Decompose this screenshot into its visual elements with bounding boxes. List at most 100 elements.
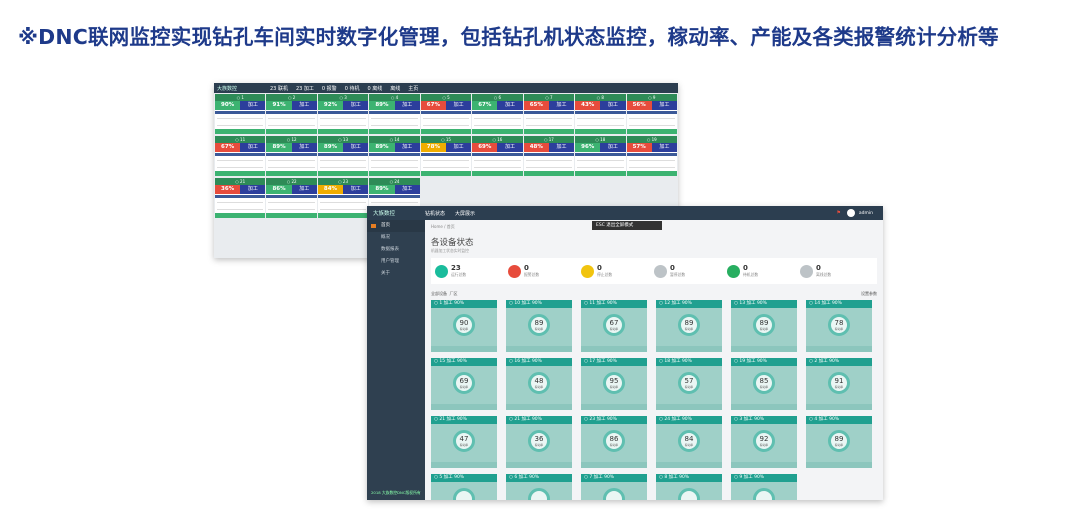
machine-tile[interactable]: ○ 13 89% 加工: [317, 136, 369, 176]
machine-state: 加工: [291, 185, 317, 194]
sidebar-item-about[interactable]: 关于: [367, 268, 425, 280]
utilization-ring: [678, 488, 700, 500]
nav-processing[interactable]: 23 加工: [296, 85, 314, 92]
status-strip: [626, 129, 677, 134]
machine-id: ○ 14: [369, 136, 420, 143]
machine-card[interactable]: ○ 13 加工 90% 89 稼动率: [731, 300, 797, 352]
machine-card[interactable]: ○ 6 加工 90%: [506, 474, 572, 500]
machine-tile[interactable]: ○ 2 91% 加工: [266, 94, 317, 134]
machine-card[interactable]: ○ 19 加工 90% 85 稼动率: [731, 358, 797, 410]
divider: [472, 111, 523, 114]
machine-id: ○ 15: [420, 136, 472, 143]
stat-label: 暂停总数: [670, 271, 686, 277]
machine-tile[interactable]: ○ 1 90% 加工: [215, 94, 266, 134]
machine-card[interactable]: ○ 1 加工 90% 90 稼动率: [431, 300, 497, 352]
machine-card[interactable]: ○ 21 加工 90% 36 稼动率: [506, 416, 572, 468]
machine-tile[interactable]: ○ 23 84% 加工: [317, 178, 369, 218]
machine-card[interactable]: ○ 14 加工 90% 78 稼动率: [806, 300, 872, 352]
divider: [420, 111, 472, 114]
divider: [525, 167, 573, 168]
machine-card[interactable]: ○ 8 加工 90%: [656, 474, 722, 500]
machine-tile[interactable]: ○ 4 89% 加工: [369, 94, 420, 134]
status-strip: [266, 129, 317, 134]
machine-card[interactable]: ○ 10 加工 90% 89 稼动率: [506, 300, 572, 352]
machine-card[interactable]: ○ 15 加工 90% 69 稼动率: [431, 358, 497, 410]
divider: [422, 118, 470, 119]
nav-offline[interactable]: 0 离线: [367, 85, 382, 92]
status-strip: [575, 129, 626, 134]
card-header: ○ 8 加工 90%: [656, 474, 722, 482]
utilization-value: 56%: [626, 101, 652, 110]
status-strip: [317, 129, 369, 134]
machine-card[interactable]: ○ 18 加工 90% 57 稼动率: [656, 358, 722, 410]
machine-tile[interactable]: ○ 11 67% 加工: [215, 136, 266, 176]
machine-card[interactable]: ○ 21 加工 90% 47 稼动率: [431, 416, 497, 468]
top-nav-bar: 大族数控 23 联机 23 加工 0 报警 0 待机 0 离线 离线 主页: [214, 83, 678, 93]
machine-card[interactable]: ○ 11 加工 90% 67 稼动率: [581, 300, 647, 352]
machine-state: 加工: [240, 101, 266, 110]
machine-card[interactable]: ○ 3 加工 90% 92 稼动率: [731, 416, 797, 468]
machine-tile[interactable]: ○ 19 57% 加工: [626, 136, 677, 176]
breadcrumb[interactable]: Home / 首页: [431, 224, 877, 230]
machine-tile[interactable]: ○ 15 78% 加工: [420, 136, 472, 176]
machine-tile[interactable]: ○ 18 96% 加工: [575, 136, 626, 176]
nav-alarm[interactable]: 0 报警: [322, 85, 337, 92]
machine-card[interactable]: ○ 12 加工 90% 89 稼动率: [656, 300, 722, 352]
ring-value: 84: [684, 434, 694, 443]
card-header: ○ 12 加工 90%: [656, 300, 722, 308]
machine-card[interactable]: ○ 4 加工 90% 89 稼动率: [806, 416, 872, 468]
machine-tile[interactable]: ○ 8 43% 加工: [575, 94, 626, 134]
ring-value: 90: [459, 318, 469, 327]
machine-card[interactable]: ○ 17 加工 90% 95 稼动率: [581, 358, 647, 410]
machine-tile[interactable]: ○ 7 65% 加工: [523, 94, 575, 134]
ring-value: 47: [459, 434, 469, 443]
machine-id: ○ 22: [266, 178, 317, 185]
machine-tile[interactable]: ○ 14 89% 加工: [369, 136, 420, 176]
divider: [268, 209, 315, 210]
nav-online[interactable]: 23 联机: [270, 85, 288, 92]
machine-tile[interactable]: ○ 6 67% 加工: [472, 94, 523, 134]
machine-id: ○ 16: [472, 136, 523, 143]
status-strip: [266, 213, 317, 218]
machine-tile[interactable]: ○ 5 67% 加工: [420, 94, 472, 134]
machine-card[interactable]: ○ 7 加工 90%: [581, 474, 647, 500]
machine-tile[interactable]: ○ 9 56% 加工: [626, 94, 677, 134]
settings-dropdown[interactable]: 设置参数: [861, 291, 877, 297]
sidebar-item-overview[interactable]: 概况: [367, 232, 425, 244]
tab-drill-status[interactable]: 钻机状态: [425, 210, 445, 217]
nav-home[interactable]: 主页: [408, 85, 418, 92]
username[interactable]: admin: [859, 211, 873, 216]
machine-tile[interactable]: ○ 22 86% 加工: [266, 178, 317, 218]
machine-tile[interactable]: ○ 16 69% 加工: [472, 136, 523, 176]
machine-card[interactable]: ○ 5 加工 90%: [431, 474, 497, 500]
machine-card[interactable]: ○ 23 加工 90% 86 稼动率: [581, 416, 647, 468]
divider: [215, 195, 266, 198]
machine-card[interactable]: ○ 16 加工 90% 48 稼动率: [506, 358, 572, 410]
machine-tile[interactable]: ○ 12 89% 加工: [266, 136, 317, 176]
utilization-ring: 89 稼动率: [528, 314, 550, 336]
sidebar-item-label: 数据报表: [381, 247, 399, 252]
machine-tile[interactable]: ○ 21 36% 加工: [215, 178, 266, 218]
machine-state: 加工: [651, 101, 677, 110]
tab-big-screen[interactable]: 大屏展示: [455, 210, 475, 217]
sidebar-item-users[interactable]: 用户管理: [367, 256, 425, 268]
machine-tile[interactable]: ○ 17 48% 加工: [523, 136, 575, 176]
machine-card[interactable]: ○ 24 加工 90% 84 稼动率: [656, 416, 722, 468]
card-footer: [431, 462, 497, 468]
divider: [575, 153, 626, 156]
avatar[interactable]: [846, 209, 855, 217]
screenshot-dashboard: 大族数控 钻机状态 大屏展示 ⚑ admin ESC 退出全屏模式 首页 概况 …: [367, 206, 883, 500]
machine-card[interactable]: ○ 9 加工 90%: [731, 474, 797, 500]
machine-tile[interactable]: ○ 3 92% 加工: [317, 94, 369, 134]
bell-icon[interactable]: ⚑: [836, 210, 840, 216]
sidebar-item-home[interactable]: 首页: [367, 220, 425, 232]
filter-area[interactable]: 厂区: [450, 291, 458, 297]
nav-off[interactable]: 离线: [390, 85, 400, 92]
divider: [268, 167, 315, 168]
stat-card: 0 离线总数: [800, 262, 873, 280]
sidebar-item-reports[interactable]: 数据报表: [367, 244, 425, 256]
machine-card[interactable]: ○ 2 加工 90% 91 稼动率: [806, 358, 872, 410]
nav-standby[interactable]: 0 待机: [345, 85, 360, 92]
ring-value: 89: [834, 434, 844, 443]
filter-all-devices[interactable]: 全部设备: [431, 291, 447, 297]
